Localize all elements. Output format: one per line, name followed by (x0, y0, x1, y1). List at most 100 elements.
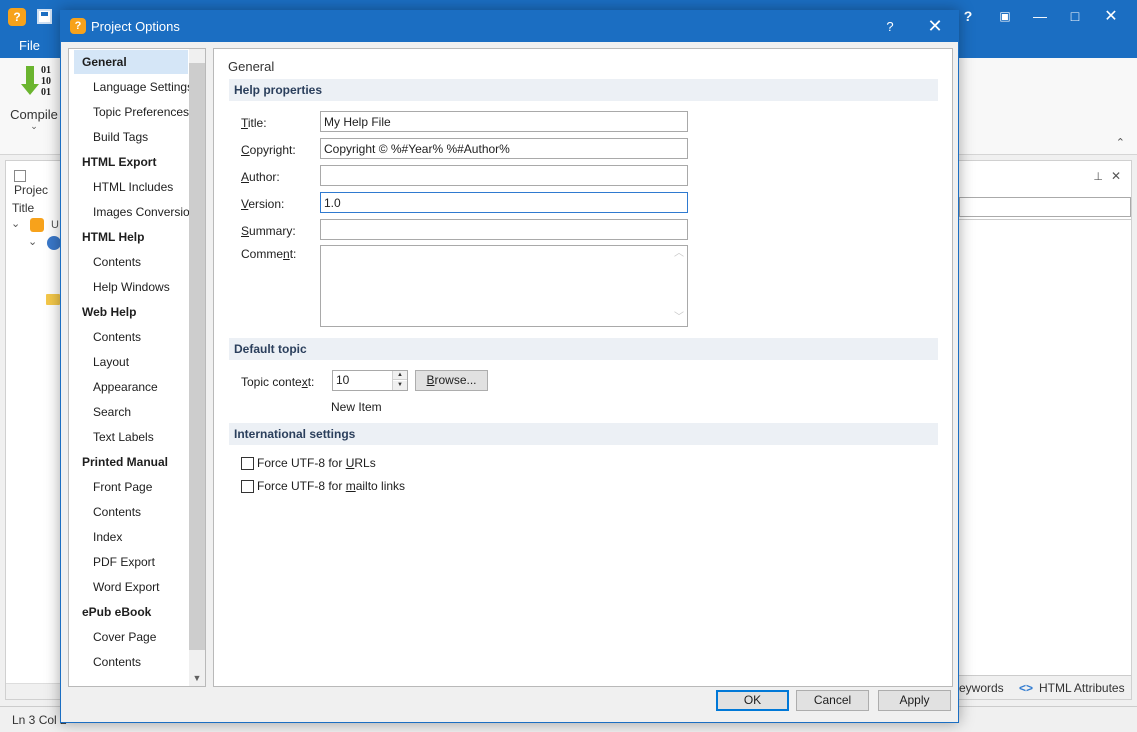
topic-context-spinner[interactable]: 10 ▲ ▼ (332, 370, 408, 391)
browse-button[interactable]: Browse... (415, 370, 488, 391)
nav-item[interactable]: Topic Preferences (74, 100, 189, 124)
nav-item[interactable]: Contents (74, 325, 188, 349)
save-icon[interactable] (37, 9, 52, 24)
app-close-icon[interactable]: ✕ (1094, 0, 1128, 33)
scroll-down-icon[interactable]: ﹀ (671, 310, 687, 326)
horizontal-scrollbar[interactable] (6, 683, 62, 699)
title-input[interactable] (320, 111, 688, 132)
scrollbar-thumb[interactable] (189, 63, 205, 650)
nav-item[interactable]: PDF Export (74, 550, 188, 574)
version-label: Version: (241, 197, 285, 211)
topic-context-value: 10 (336, 373, 350, 387)
nav-item[interactable]: Cover Page (74, 625, 188, 649)
help-project-icon (30, 218, 44, 232)
tab-keywords[interactable]: eywords (959, 681, 1004, 695)
nav-scrollbar[interactable]: ▼ (189, 49, 205, 686)
copyright-input[interactable] (320, 138, 688, 159)
tree-expand-icon[interactable]: ⌄ (28, 235, 37, 248)
nav-item[interactable]: Contents (74, 250, 188, 274)
compile-label: Compile (10, 107, 58, 122)
spin-up-icon[interactable]: ▲ (393, 371, 407, 380)
spin-down-icon[interactable]: ▼ (393, 381, 407, 390)
collapse-ribbon-icon[interactable]: ⌃ (1116, 136, 1125, 149)
binary-digits: 01 10 01 (41, 65, 51, 98)
project-tab[interactable]: Projec (14, 169, 60, 197)
app-logo-icon: ? (8, 8, 26, 26)
nav-item[interactable]: Images Conversion (74, 200, 196, 224)
compile-button[interactable]: 01 10 01 Compile ⌄ (8, 63, 60, 135)
nav-item[interactable]: Text Labels (74, 425, 188, 449)
comment-scrollbar[interactable]: ︿ ﹀ (671, 246, 687, 326)
file-menu[interactable]: File (11, 37, 48, 54)
topic-properties-pane: ⊥ ✕ eywords <> HTML Attributes (958, 160, 1132, 700)
nav-category[interactable]: General (74, 50, 188, 74)
author-input[interactable] (320, 165, 688, 186)
page-title: General (228, 59, 275, 74)
nav-item[interactable]: Word Export (74, 575, 188, 599)
folder-icon (46, 294, 60, 305)
cancel-button[interactable]: Cancel (796, 690, 869, 711)
summary-input[interactable] (320, 219, 688, 240)
ok-button[interactable]: OK (716, 690, 789, 711)
nav-item[interactable]: Contents (74, 500, 188, 524)
utf8-urls-checkbox[interactable] (241, 457, 254, 470)
nav-item[interactable]: Index (74, 525, 188, 549)
dialog-titlebar: ? Project Options ? ✕ (61, 11, 958, 42)
nav-category[interactable]: Printed Manual (74, 450, 188, 474)
dialog-close-button[interactable]: ✕ (918, 11, 952, 42)
nav-item[interactable]: Search (74, 400, 188, 424)
version-input[interactable] (320, 192, 688, 213)
ribbon-display-options-icon[interactable]: ▣ (988, 0, 1022, 33)
help-topic-icon (47, 236, 61, 250)
topic-name: New Item (331, 400, 382, 414)
pane-search-input[interactable] (959, 197, 1131, 217)
pane-close-icon[interactable]: ✕ (1111, 169, 1121, 183)
title-column-header: Title (12, 201, 35, 215)
scroll-up-icon[interactable]: ︿ (671, 246, 687, 262)
options-content-panel: General Help properties Title: Copyright… (213, 48, 953, 687)
pane-list (959, 219, 1131, 675)
tab-html-attributes[interactable]: <> HTML Attributes (1019, 681, 1125, 695)
copyright-label: Copyright: (241, 143, 296, 157)
nav-item[interactable]: Layout (74, 350, 188, 374)
scroll-down-icon[interactable]: ▼ (189, 670, 205, 686)
maximize-icon[interactable]: □ (1058, 0, 1092, 33)
section-international-settings: International settings (229, 423, 938, 445)
tree-item-label[interactable]: U (51, 219, 59, 231)
scroll-up-icon[interactable] (189, 49, 205, 63)
tree-expand-icon[interactable]: ⌄ (11, 217, 20, 230)
nav-item[interactable]: HTML Includes (74, 175, 188, 199)
comment-textarea[interactable]: ︿ ﹀ (320, 245, 688, 327)
dialog-app-icon: ? (70, 18, 86, 34)
nav-item[interactable]: Appearance (74, 375, 188, 399)
comment-label: Comment: (241, 247, 297, 261)
apply-button[interactable]: Apply (878, 690, 951, 711)
author-label: Author: (241, 170, 280, 184)
project-icon (14, 170, 26, 182)
title-label: Title: (241, 116, 267, 130)
utf8-urls-label: Force UTF-8 for URLs (257, 456, 376, 470)
dialog-title: Project Options (91, 19, 180, 34)
nav-item[interactable]: Contents (74, 650, 188, 674)
nav-category[interactable]: ePub eBook (74, 600, 188, 624)
nav-item[interactable]: Front Page (74, 475, 188, 499)
nav-category[interactable]: HTML Help (74, 225, 188, 249)
pin-icon[interactable]: ⊥ (1093, 170, 1103, 183)
utf8-mailto-label: Force UTF-8 for mailto links (257, 479, 406, 493)
dialog-help-button[interactable]: ? (873, 11, 907, 42)
nav-item[interactable]: Language Settings (74, 75, 193, 99)
project-options-dialog: ? Project Options ? ✕ General Language Se… (60, 10, 959, 723)
compile-icon: 01 10 01 (12, 63, 56, 99)
minimize-icon[interactable]: — (1023, 0, 1057, 33)
utf8-mailto-checkbox[interactable] (241, 480, 254, 493)
nav-item[interactable]: Build Tags (74, 125, 188, 149)
summary-label: Summary: (241, 224, 296, 238)
nav-category[interactable]: HTML Export (74, 150, 188, 174)
spinner-buttons: ▲ ▼ (392, 371, 407, 390)
section-default-topic: Default topic (229, 338, 938, 360)
chevron-down-icon: ⌄ (30, 121, 38, 131)
nav-category[interactable]: Web Help (74, 300, 188, 324)
code-brackets-icon: <> (1019, 681, 1034, 695)
nav-item[interactable]: Help Windows (74, 275, 188, 299)
options-nav-tree: General Language Settings Topic Preference… (68, 48, 206, 687)
